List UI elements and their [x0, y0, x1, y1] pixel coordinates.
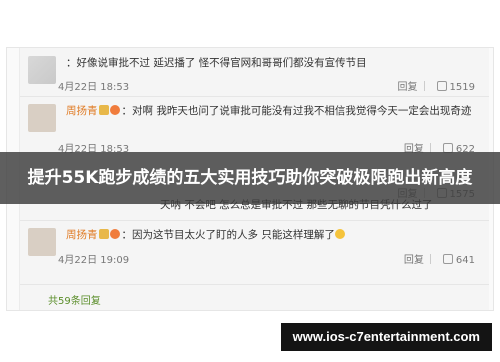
comment-body: 周扬青 ：因为这节目太火了盯的人多 只能这样理解了 — [66, 228, 488, 243]
reply-button[interactable]: 回复 — [404, 255, 424, 266]
comment-text: ：对啊 我昨天也问了说审批可能没有过我不相信我觉得今天一定会出现奇迹 — [121, 105, 472, 117]
title-banner: 提升55K跑步成绩的五大实用技巧助你突破极限跑出新高度 — [0, 152, 500, 204]
verified-badge-icon — [98, 105, 109, 115]
username-link[interactable]: 周扬青 — [66, 229, 98, 241]
username-link[interactable]: 周扬青 — [66, 105, 98, 117]
more-replies-link[interactable]: 共59条回复 — [48, 292, 101, 307]
vip-icon — [109, 229, 120, 239]
thumbs-up-icon — [436, 81, 447, 91]
comment-body: 周扬青 ：对啊 我昨天也问了说审批可能没有过我不相信我觉得今天一定会出现奇迹 — [66, 104, 488, 119]
comment-text: ：好像说审批不过 延迟播了 怪不得官网和哥哥们都没有宣传节目 — [66, 57, 367, 69]
comment-actions: 回复 1519 — [392, 78, 475, 93]
thumbs-up-icon — [442, 254, 453, 264]
avatar[interactable] — [28, 56, 56, 84]
comment-time: 4月22日 19:09 — [58, 255, 130, 266]
watermark-url: www.ios-c7entertainment.com — [280, 323, 492, 351]
like-count: 1519 — [449, 82, 475, 93]
like-button[interactable]: 1519 — [436, 81, 475, 93]
like-button[interactable]: 641 — [442, 254, 475, 266]
smile-emoji-icon — [334, 229, 345, 239]
like-count: 641 — [455, 255, 475, 266]
comment-actions: 回复 641 — [398, 251, 475, 266]
comment-time: 4月22日 18:53 — [58, 82, 130, 93]
divider — [20, 284, 489, 285]
vip-icon — [109, 105, 120, 115]
comment-text: ：因为这节目太火了盯的人多 只能这样理解了 — [121, 229, 335, 241]
verified-badge-icon — [98, 229, 109, 239]
reply-button[interactable]: 回复 — [398, 82, 418, 93]
divider — [20, 96, 489, 97]
banner-title: 提升55K跑步成绩的五大实用技巧助你突破极限跑出新高度 — [27, 168, 473, 188]
avatar[interactable] — [28, 228, 56, 256]
avatar[interactable] — [28, 104, 56, 132]
divider — [20, 220, 489, 221]
